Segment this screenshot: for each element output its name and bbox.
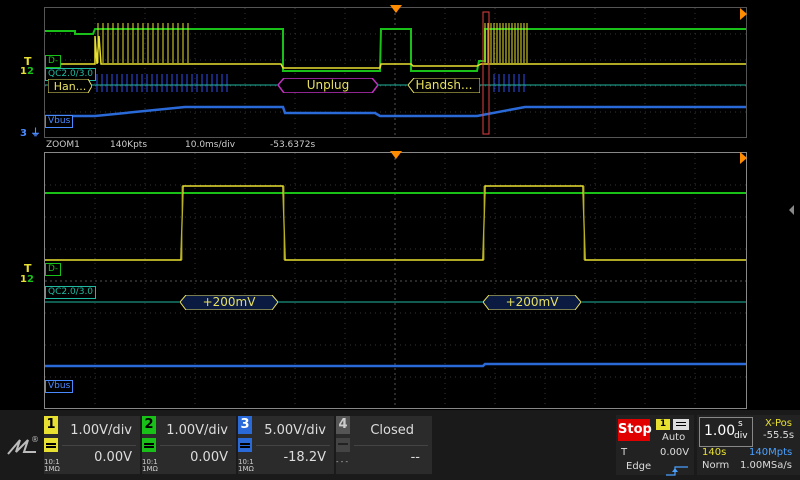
- trigger-panel[interactable]: Stop 1 Auto T 0.00V Edge: [616, 415, 694, 476]
- zoom-bus-segment-1[interactable]: +200mV: [180, 295, 278, 310]
- trigger-type: Edge: [626, 461, 652, 472]
- overview-bus-segment-handshake-right[interactable]: Handsh...: [408, 78, 480, 93]
- channel-4-impedance: - - -: [336, 458, 349, 466]
- channel-2-scale: 1.00V/div: [166, 423, 228, 438]
- zoom-waveforms: [45, 153, 746, 408]
- channel-4-offset: --: [410, 450, 420, 465]
- channel-4-coupling-icon: [336, 438, 350, 452]
- channel-1-coupling-icon: [44, 438, 58, 452]
- channel-3-scale: 5.00V/div: [264, 423, 326, 438]
- channel-2-offset: 0.00V: [190, 450, 228, 465]
- trigger-t-label: T: [621, 447, 628, 458]
- overview-bus-segment-unplug[interactable]: Unplug: [278, 78, 378, 93]
- channel-3-offset: -18.2V: [283, 450, 326, 465]
- channel-4-panel[interactable]: 4 - - - Closed --: [336, 416, 432, 474]
- channel-2-number: 2: [142, 416, 156, 434]
- trigger-level: 0.00V: [660, 447, 690, 458]
- zoom-name: ZOOM1: [46, 140, 80, 150]
- zoom-trigger-position-marker[interactable]: [390, 151, 402, 159]
- channel-2-divider: [160, 445, 232, 446]
- svg-text:®: ®: [31, 435, 39, 444]
- zoom-timebase: 10.0ms/div: [185, 140, 236, 150]
- stop-button[interactable]: Stop: [618, 419, 652, 441]
- overview-label-d-minus[interactable]: D-: [45, 55, 62, 68]
- zoom-points: 140Kpts: [110, 140, 148, 150]
- memory-depth: 140Mpts: [749, 447, 793, 458]
- sample-rate: 1.00MSa/s: [740, 460, 792, 471]
- zoom-waveform-area[interactable]: [44, 152, 747, 409]
- overview-waveforms: [45, 8, 746, 137]
- timebase-unit-top: s: [738, 419, 743, 429]
- channel-1-panel[interactable]: 1 10:1 1MΩ 1.00V/div 0.00V: [44, 416, 140, 474]
- overview-bus-segment-handshake-left[interactable]: Han...: [48, 79, 92, 93]
- acquisition-mode: Norm: [702, 460, 730, 471]
- overview-label-vbus[interactable]: Vbus: [45, 115, 74, 128]
- channel-3-coupling-icon: [238, 438, 252, 452]
- timebase-unit-bottom: div: [734, 431, 748, 441]
- zoom-position: -53.6372s: [270, 140, 316, 150]
- channel-4-number: 4: [336, 416, 350, 434]
- xpos-value: -55.5s: [763, 430, 795, 441]
- channel-3-panel[interactable]: 3 10:1 1MΩ 5.00V/div -18.2V: [238, 416, 334, 474]
- rising-edge-icon: [666, 461, 688, 476]
- zoom-bus-segment-2[interactable]: +200mV: [483, 295, 581, 310]
- zoom-ch1-marker[interactable]: 12: [20, 274, 34, 285]
- channel-2-panel[interactable]: 2 10:1 1MΩ 1.00V/div 0.00V: [142, 416, 236, 474]
- zoom-label-d-minus[interactable]: D-: [45, 263, 62, 276]
- trigger-mode: Auto: [662, 432, 686, 443]
- record-length: 140s: [702, 447, 727, 458]
- channel-1-offset: 0.00V: [94, 450, 132, 465]
- zoom-label-qc[interactable]: QC2.0/3.0: [45, 286, 97, 299]
- channel-3-number: 3: [238, 416, 252, 434]
- channel-1-number: 1: [44, 416, 58, 434]
- channel-1-scale: 1.00V/div: [70, 423, 132, 438]
- channel-1-impedance: 10:1 1MΩ: [44, 458, 60, 473]
- channel-1-divider: [62, 445, 136, 446]
- top-right-marker: [740, 8, 747, 20]
- zoom-right-marker: [740, 152, 747, 164]
- overview-ch1-marker[interactable]: 12: [20, 66, 34, 77]
- channel-4-state: Closed: [370, 423, 414, 438]
- xpos-label: X-Pos: [765, 418, 792, 429]
- trigger-coupling-icon: [673, 419, 689, 430]
- trigger-source-badge: 1: [656, 419, 670, 430]
- overview-ch3-marker[interactable]: 3 ⏚: [20, 124, 40, 139]
- channel-4-divider: [354, 445, 428, 446]
- timebase-scale: 1.00: [704, 423, 736, 439]
- channel-3-impedance: 10:1 1MΩ: [238, 458, 254, 473]
- top-trigger-position-marker[interactable]: [390, 5, 402, 13]
- timebase-panel[interactable]: 1.00 s div X-Pos -55.5s 140s 140Mpts Nor…: [697, 415, 800, 475]
- channel-3-divider: [256, 445, 330, 446]
- channel-2-impedance: 10:1 1MΩ: [142, 458, 158, 473]
- zlg-logo: ®: [6, 432, 40, 462]
- channel-2-coupling-icon: [142, 438, 156, 452]
- zoom-label-vbus[interactable]: Vbus: [45, 380, 74, 393]
- overview-waveform-area[interactable]: [44, 7, 747, 138]
- side-panel-expand-icon[interactable]: [789, 205, 794, 215]
- timebase-scale-box[interactable]: 1.00 s div: [699, 417, 753, 447]
